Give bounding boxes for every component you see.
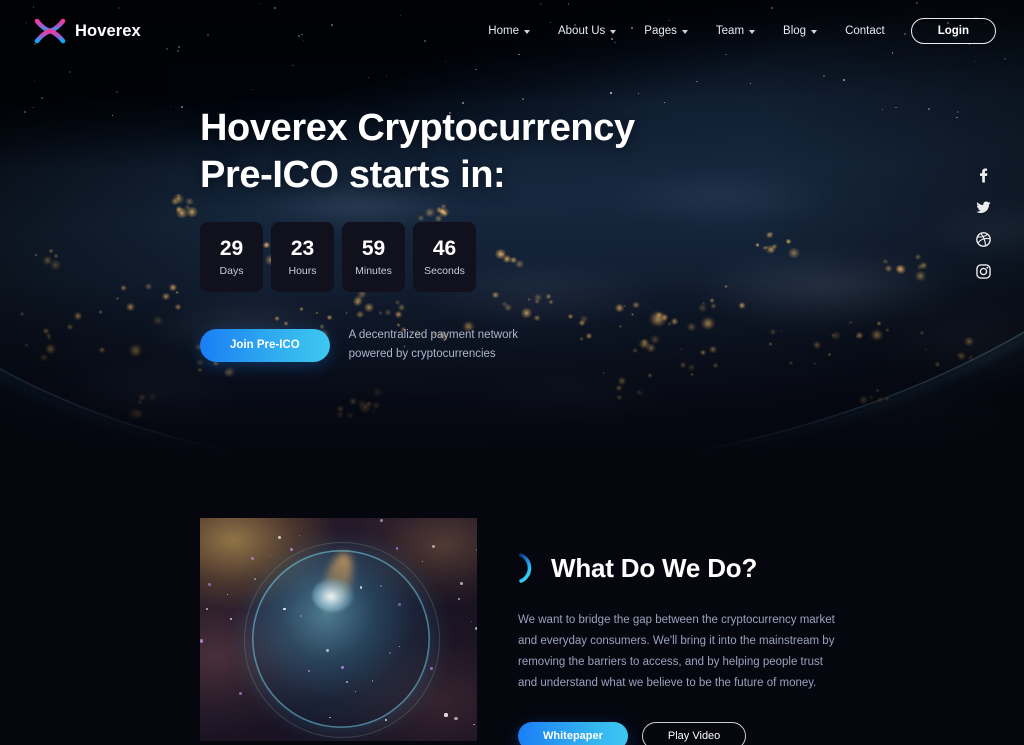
login-button[interactable]: Login xyxy=(910,18,996,44)
landing-page: Hoverex Home About Us Pages Team Blog Co… xyxy=(0,0,1024,745)
nav-item-pages[interactable]: Pages xyxy=(630,25,702,37)
brand-name: Hoverex xyxy=(75,21,141,40)
nav-item-about-us[interactable]: About Us xyxy=(544,25,630,37)
play-video-button[interactable]: Play Video xyxy=(641,721,747,745)
chevron-down-icon xyxy=(749,29,756,34)
nav-menu: Home About Us Pages Team Blog Contact Lo… xyxy=(474,18,1024,44)
countdown-hours: 23 Hours xyxy=(271,222,334,293)
chevron-down-icon xyxy=(610,29,617,34)
hero-subtext: A decentralized payment network powered … xyxy=(348,329,519,361)
countdown-value: 29 xyxy=(219,236,244,260)
hero-cta-row: Join Pre-ICO A decentralized payment net… xyxy=(200,326,635,364)
countdown-value: 23 xyxy=(290,236,315,260)
about-heading-row: What Do We Do? xyxy=(518,552,838,584)
about-copy: What Do We Do? We want to bridge the gap… xyxy=(518,552,838,745)
chevron-down-icon xyxy=(523,29,530,34)
countdown-label: Seconds xyxy=(424,264,465,277)
nav-label: Team xyxy=(715,25,745,37)
countdown-minutes: 59 Minutes xyxy=(342,222,405,293)
nav-item-contact[interactable]: Contact xyxy=(831,25,899,37)
countdown-timer: 29 Days 23 Hours 59 Minutes 46 Seconds xyxy=(200,222,635,293)
nebula-image xyxy=(200,518,477,741)
chevron-down-icon xyxy=(681,29,688,34)
main-navigation: Hoverex Home About Us Pages Team Blog Co… xyxy=(0,0,1024,62)
nebula-stars xyxy=(200,518,477,741)
dribbble-icon[interactable] xyxy=(976,232,991,247)
instagram-icon[interactable] xyxy=(976,264,991,279)
countdown-label: Minutes xyxy=(355,264,392,277)
crescent-icon xyxy=(519,553,532,583)
social-links-rail xyxy=(976,168,991,279)
hero-title-line2: Pre-ICO starts in: xyxy=(200,153,506,196)
countdown-days: 29 Days xyxy=(200,222,263,293)
hero-section: Hoverex Home About Us Pages Team Blog Co… xyxy=(0,0,1024,452)
nav-label: Home xyxy=(488,25,519,37)
countdown-label: Hours xyxy=(288,264,317,277)
countdown-seconds: 46 Seconds xyxy=(413,222,476,293)
hero-title: Hoverex Cryptocurrency Pre-ICO starts in… xyxy=(200,105,635,198)
nav-label: Contact xyxy=(845,25,885,37)
nav-label: Pages xyxy=(644,25,677,37)
hero-title-line1: Hoverex Cryptocurrency xyxy=(200,107,635,149)
x-logo-icon xyxy=(34,18,66,44)
whitepaper-button[interactable]: Whitepaper xyxy=(518,721,628,745)
chevron-down-icon xyxy=(811,29,818,34)
countdown-value: 46 xyxy=(432,236,457,260)
about-buttons-row: Whitepaper Play Video xyxy=(518,721,838,745)
nav-label: Blog xyxy=(783,25,807,37)
countdown-value: 59 xyxy=(361,236,386,260)
hero-content: Hoverex Cryptocurrency Pre-ICO starts in… xyxy=(200,105,635,364)
about-title: What Do We Do? xyxy=(551,552,758,583)
join-pre-ico-button[interactable]: Join Pre-ICO xyxy=(200,328,330,362)
about-section: What Do We Do? We want to bridge the gap… xyxy=(0,452,1024,745)
nav-item-blog[interactable]: Blog xyxy=(769,25,831,37)
nav-item-team[interactable]: Team xyxy=(702,25,769,37)
countdown-label: Days xyxy=(219,264,244,277)
about-body-text: We want to bridge the gap between the cr… xyxy=(518,614,835,689)
brand-logo[interactable]: Hoverex xyxy=(33,17,141,45)
nav-label: About Us xyxy=(557,25,606,37)
nav-item-home[interactable]: Home xyxy=(474,25,544,37)
facebook-icon[interactable] xyxy=(976,168,991,183)
twitter-icon[interactable] xyxy=(976,200,991,215)
